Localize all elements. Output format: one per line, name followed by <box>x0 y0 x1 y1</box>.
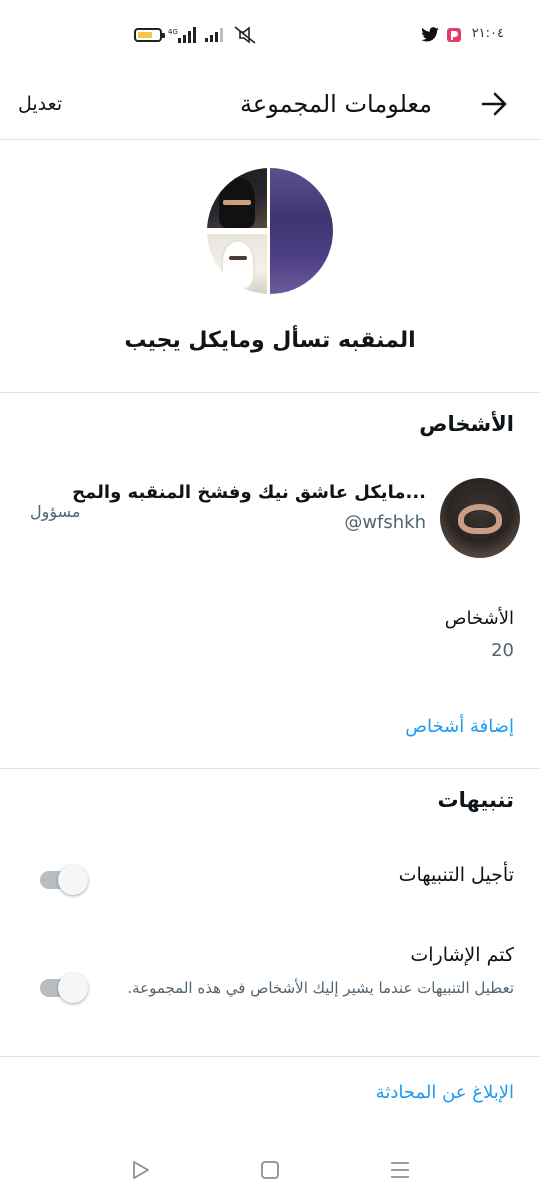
mute-mentions-description: تعطيل التنبيهات عندما يشير إليك الأشخاص … <box>127 979 514 997</box>
group-avatar-photo-1 <box>207 168 267 228</box>
status-time: ٢١:٠٤ <box>471 26 504 41</box>
notifications-section-title: تنبيهات <box>437 788 514 812</box>
signal-icon: 4G <box>168 27 196 43</box>
battery-icon <box>134 28 165 42</box>
group-name: المنقبه تسأل ومايكل يجيب <box>124 328 416 353</box>
home-square-icon <box>261 1161 279 1179</box>
member-name: مايكل عاشق نيك وفشخ المنقبه والمح... <box>72 482 426 503</box>
member-handle: @wfshkh <box>344 512 426 533</box>
people-section-title: الأشخاص <box>419 412 514 436</box>
page-title: معلومات المجموعة <box>240 90 432 118</box>
snooze-notifications-label: تأجيل التنبيهات <box>398 864 514 886</box>
pocket-app-icon <box>447 28 461 42</box>
system-nav-bar <box>0 1140 540 1200</box>
group-avatar-photo-3 <box>207 234 267 294</box>
group-avatar[interactable] <box>207 168 333 294</box>
status-bar: 4G ٢١:٠٤ <box>0 0 540 70</box>
back-button[interactable] <box>474 84 514 124</box>
divider <box>0 392 540 393</box>
signal-icon-2 <box>205 28 223 42</box>
admin-badge: مسؤول <box>30 502 81 521</box>
nav-menu-button[interactable] <box>386 1156 414 1184</box>
report-conversation-button[interactable]: الإبلاغ عن المحادثة <box>376 1082 514 1103</box>
divider <box>0 1056 540 1057</box>
edit-button[interactable]: تعديل <box>18 84 62 124</box>
snooze-notifications-toggle[interactable] <box>40 864 88 895</box>
arrow-right-icon <box>481 92 507 116</box>
header-bar: معلومات المجموعة تعديل <box>0 70 540 140</box>
member-row[interactable]: مايكل عاشق نيك وفشخ المنقبه والمح... @wf… <box>0 470 540 570</box>
nav-back-button[interactable] <box>126 1156 154 1184</box>
twitter-icon <box>421 27 439 42</box>
people-count-value: 20 <box>491 640 514 661</box>
mute-mentions-toggle[interactable] <box>40 972 88 1003</box>
divider <box>0 768 540 769</box>
mute-mentions-label: كتم الإشارات <box>410 944 514 966</box>
nav-home-button[interactable] <box>256 1156 284 1184</box>
people-count-label: الأشخاص <box>444 608 514 629</box>
add-people-button[interactable]: إضافة أشخاص <box>405 716 514 737</box>
mute-icon <box>234 26 256 44</box>
back-triangle-icon <box>133 1161 149 1179</box>
member-avatar <box>440 478 520 558</box>
group-avatar-photo-2 <box>270 168 333 294</box>
menu-lines-icon <box>391 1162 409 1178</box>
network-type-text: 4G <box>168 28 178 36</box>
